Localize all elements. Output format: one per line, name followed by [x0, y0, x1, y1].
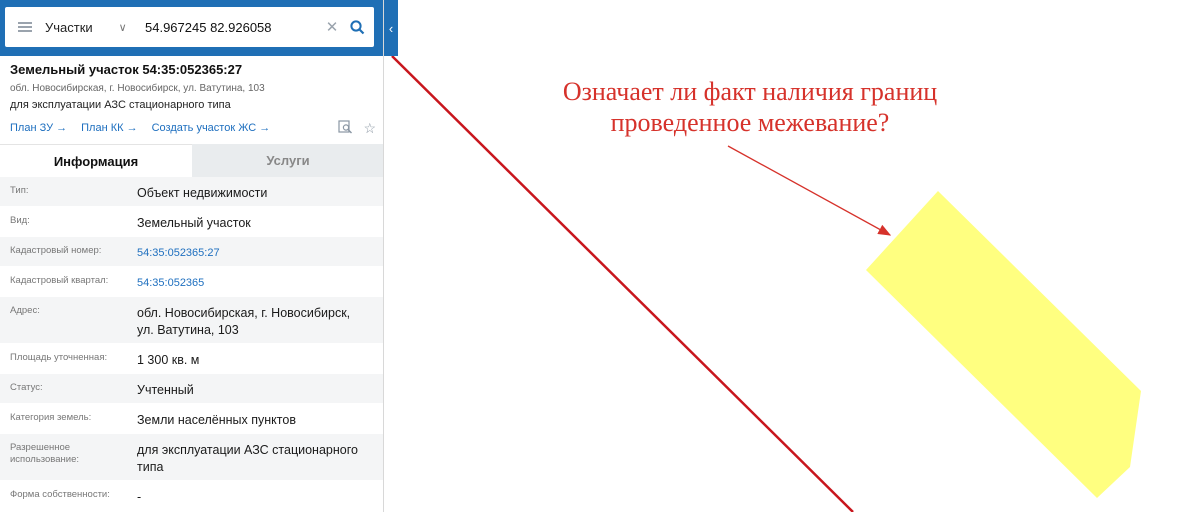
cadastral-number-link[interactable]: 54:35:052365:27 — [127, 237, 367, 266]
layer-select-label: Участки — [45, 19, 93, 35]
tab-information[interactable]: Информация — [0, 144, 192, 177]
arrow-icon — [727, 145, 892, 236]
info-key: Категория земель: — [10, 412, 92, 423]
search-bar: Участки ∨ ✕ — [0, 0, 383, 56]
info-key: Адрес: — [10, 305, 40, 316]
info-panel: Участки ∨ ✕ Земельный участок 54:35:0523… — [0, 0, 384, 512]
preview-icon[interactable] — [338, 119, 353, 137]
info-row: Адрес: обл. Новосибирская, г. Новосибирс… — [0, 297, 383, 344]
info-row: Категория земель: Земли населённых пункт… — [0, 404, 383, 434]
tabs: Информация Услуги — [0, 144, 383, 177]
info-key: Статус: — [10, 382, 43, 393]
info-value: Земли населённых пунктов — [137, 413, 296, 427]
land-parcel[interactable] — [866, 191, 1141, 498]
clear-icon[interactable]: ✕ — [322, 18, 342, 36]
info-row: Форма собственности: - — [0, 481, 383, 511]
info-row: Кадастровый номер: 54:35:052365:27 — [0, 237, 383, 267]
tab-services[interactable]: Услуги — [192, 144, 383, 177]
annotation-text: Означает ли факт наличия границ проведен… — [500, 76, 1000, 138]
annotation-line-1: Означает ли факт наличия границ — [562, 77, 938, 106]
search-input[interactable] — [137, 12, 322, 42]
info-key: Тип: — [10, 185, 29, 196]
collapse-icon[interactable]: ‹ — [384, 0, 398, 56]
info-row: Кадастровый квартал: 54:35:052365 — [0, 267, 383, 297]
info-value: для эксплуатации АЗС стационарного типа — [137, 443, 358, 474]
info-value: Объект недвижимости — [137, 186, 268, 200]
chevron-down-icon: ∨ — [118, 21, 127, 34]
info-value: - — [137, 490, 142, 504]
info-value: Земельный участок — [137, 216, 251, 230]
menu-icon[interactable] — [5, 7, 45, 47]
info-key: Вид: — [10, 215, 30, 226]
object-header: Земельный участок 54:35:052365:27 обл. Н… — [10, 62, 376, 136]
search-icon[interactable] — [342, 7, 372, 47]
search-box: Участки ∨ ✕ — [5, 7, 374, 47]
info-row: Вид: Земельный участок — [0, 207, 383, 237]
info-key: Площадь уточненная: — [10, 352, 108, 363]
plan-zu-link[interactable]: План ЗУ → — [10, 122, 67, 134]
info-key: Кадастровый квартал: — [10, 275, 109, 286]
info-value: Учтенный — [137, 383, 194, 397]
annotation-line-2: проведенное межевание? — [610, 108, 890, 137]
object-title: Земельный участок 54:35:052365:27 — [10, 62, 243, 77]
info-key: Разрешенное использование: — [10, 442, 80, 465]
object-address: обл. Новосибирская, г. Новосибирск, ул. … — [10, 83, 265, 94]
info-row: Тип: Объект недвижимости — [0, 177, 383, 207]
info-key: Форма собственности: — [10, 489, 110, 500]
object-links: План ЗУ → План КК → Создать участок ЖС →… — [10, 120, 376, 136]
info-row: Статус: Учтенный — [0, 374, 383, 404]
object-purpose: для эксплуатации АЗС стационарного типа — [10, 99, 231, 111]
star-icon[interactable]: ☆ — [363, 120, 376, 137]
layer-select[interactable]: Участки ∨ — [45, 7, 137, 47]
info-key: Кадастровый номер: — [10, 245, 102, 256]
info-value: обл. Новосибирская, г. Новосибирск, ул. … — [137, 306, 351, 337]
info-value: 1 300 кв. м — [137, 353, 200, 367]
info-row: Площадь уточненная: 1 300 кв. м — [0, 344, 383, 374]
create-parcel-link[interactable]: Создать участок ЖС → — [152, 122, 271, 134]
info-table: Тип: Объект недвижимости Вид: Земельный … — [0, 177, 383, 511]
cadastral-quarter-link[interactable]: 54:35:052365 — [127, 267, 367, 296]
plan-kk-link[interactable]: План КК → — [81, 122, 137, 134]
info-row: Разрешенное использование: для эксплуата… — [0, 434, 383, 481]
